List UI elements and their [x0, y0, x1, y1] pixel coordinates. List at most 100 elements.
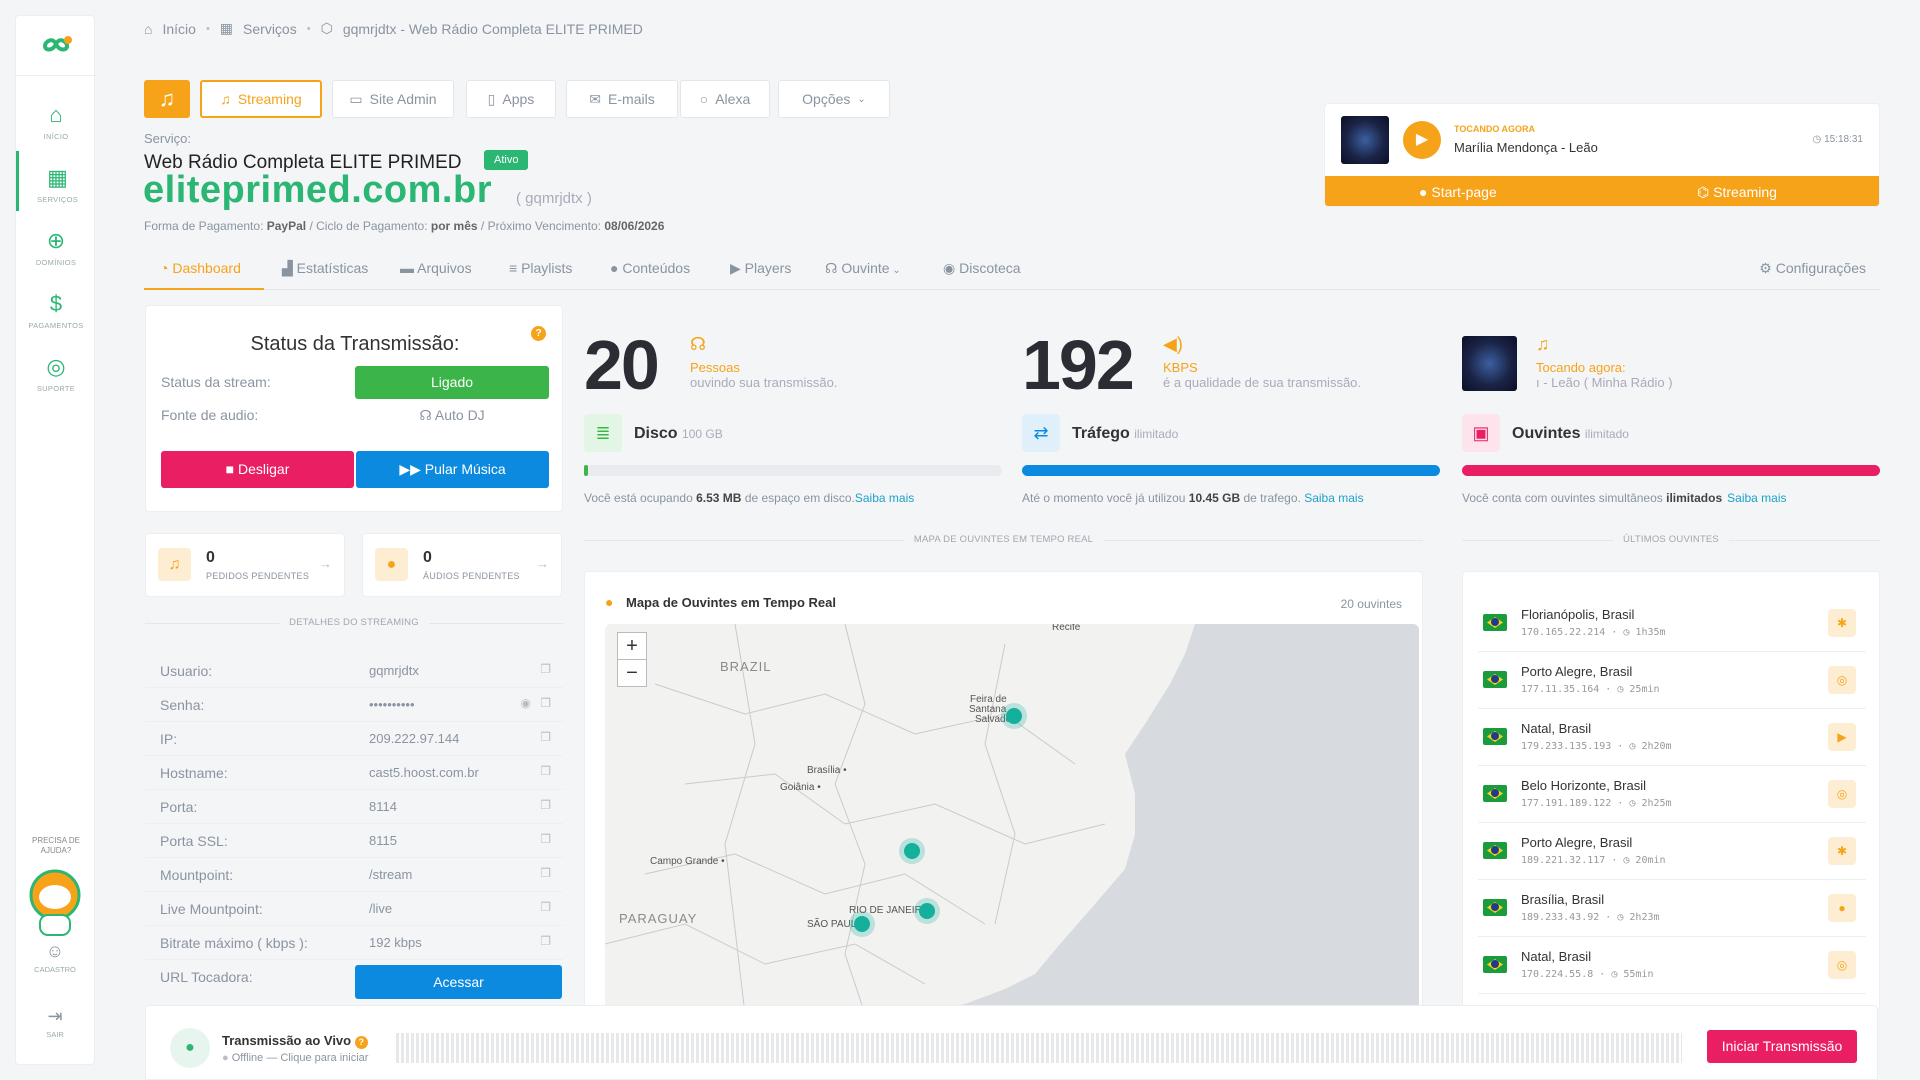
- disk-used: 6.53 MB: [696, 491, 742, 505]
- sidebar-item-dominios[interactable]: ⊕ DOMÍNIOS: [16, 214, 96, 274]
- map-pin-icon: ●: [605, 594, 614, 610]
- copy-icon[interactable]: ❐: [540, 662, 551, 676]
- copy-icon[interactable]: ❐: [540, 764, 551, 778]
- emails-button[interactable]: ✉ E-mails: [566, 80, 678, 118]
- brazil-flag-icon: [1483, 614, 1507, 631]
- copy-icon[interactable]: ❐: [540, 934, 551, 948]
- copy-icon[interactable]: ❐: [540, 730, 551, 744]
- tab-playlists[interactable]: ≡ Playlists: [509, 260, 572, 276]
- tab-ouvinte[interactable]: ☊ Ouvinte ⌄: [825, 260, 901, 277]
- copy-icon[interactable]: ❐: [540, 900, 551, 914]
- streaming-button[interactable]: ♫ Streaming: [200, 80, 322, 118]
- tab-players[interactable]: ▶ Players: [730, 260, 791, 277]
- sidebar-item-sair[interactable]: ⇥ SAIR: [15, 1000, 95, 1060]
- grid-icon: ▦: [219, 20, 234, 36]
- tab-dashboard[interactable]: ◔ Dashboard: [160, 260, 241, 276]
- apps-button[interactable]: ▯ Apps: [466, 80, 556, 118]
- detail-row: Porta: 8114 ❐: [145, 790, 563, 824]
- microphone-icon: ●: [170, 1028, 210, 1068]
- help-icon[interactable]: ?: [531, 326, 546, 341]
- start-broadcast-button[interactable]: Iniciar Transmissão: [1707, 1030, 1857, 1063]
- apple-icon: ●: [1828, 894, 1856, 922]
- brazil-flag-icon: [1483, 785, 1507, 802]
- gear-icon: ⚙: [1759, 260, 1776, 276]
- disk-bar-fill: [584, 465, 589, 476]
- help-line-1: PRECISA DE: [31, 836, 80, 845]
- audio-source-text: Auto DJ: [434, 407, 485, 423]
- tab-estatisticas[interactable]: ▟ Estatísticas: [282, 260, 368, 277]
- pending-requests-count: 0: [206, 549, 215, 566]
- sidebar-item-inicio[interactable]: ⌂ INÍCIO: [16, 88, 96, 148]
- alexa-button[interactable]: ○ Alexa: [680, 80, 770, 118]
- copy-icon[interactable]: ❐: [540, 798, 551, 812]
- arrow-right-icon: →: [536, 556, 549, 571]
- help-mascot-icon[interactable]: [28, 869, 82, 939]
- android-icon: ✱: [1828, 609, 1856, 637]
- chrome-icon: ◎: [1828, 666, 1856, 694]
- zoom-in-button[interactable]: +: [617, 632, 647, 660]
- transfer-icon: ⇄: [1022, 414, 1060, 452]
- live-broadcast-bar: ● Transmissão ao Vivo ? ● Offline — Cliq…: [145, 1005, 1878, 1080]
- map-listener-marker[interactable]: [1006, 708, 1022, 724]
- separator-icon: •: [306, 22, 311, 35]
- sidebar-item-servicos[interactable]: ▦ SERVIÇOS: [16, 151, 96, 211]
- breadcrumb-home[interactable]: Início: [162, 21, 195, 37]
- map-terrain: [605, 624, 1419, 1014]
- chrome-icon: ◎: [1828, 780, 1856, 808]
- breadcrumb-services[interactable]: Serviços: [243, 21, 297, 37]
- traffic-learn-more-link[interactable]: Saiba mais: [1304, 491, 1363, 505]
- pending-audios-card[interactable]: ● 0 ÁUDIOS PENDENTES →: [362, 533, 562, 597]
- map-listener-marker[interactable]: [904, 843, 920, 859]
- mail-icon: ✉: [589, 90, 602, 107]
- eye-icon[interactable]: ◉: [521, 696, 531, 710]
- sidebar-item-pagamentos[interactable]: $ PAGAMENTOS: [16, 277, 96, 337]
- help-icon[interactable]: ?: [354, 1036, 368, 1049]
- service-label: Serviço:: [144, 131, 191, 146]
- site-admin-button[interactable]: ▭ Site Admin: [332, 80, 454, 118]
- sidebar-item-cadastro[interactable]: ☺ CADASTRO: [15, 935, 95, 995]
- traffic-used: 10.45 GB: [1188, 491, 1241, 505]
- sidebar-item-suporte[interactable]: ◎ SUPORTE: [16, 340, 96, 400]
- tab-configuracoes[interactable]: ⚙ Configurações: [1759, 260, 1866, 277]
- listeners-bar-fill: [1462, 465, 1880, 476]
- disk-learn-more-link[interactable]: Saiba mais: [855, 491, 914, 505]
- zoom-out-button[interactable]: −: [617, 659, 647, 687]
- pending-requests-card[interactable]: ♫ 0 PEDIDOS PENDENTES →: [145, 533, 345, 597]
- options-dropdown[interactable]: Opções ⌄: [778, 80, 890, 118]
- detail-row: Hostname: cast5.hoost.com.br ❐: [145, 756, 563, 790]
- recent-section-title: ÚLTIMOS OUVINTES: [1613, 534, 1729, 545]
- music-button[interactable]: ♫: [144, 80, 190, 118]
- copy-icon[interactable]: ❐: [540, 866, 551, 880]
- listeners-map[interactable]: + − BRAZIL PARAGUAY Recife Feira de Sant…: [605, 624, 1419, 1014]
- listener-ip: 189.221.32.117: [1521, 855, 1606, 866]
- traffic-capacity: ilimitado: [1134, 427, 1179, 441]
- tab-arquivos[interactable]: ▬ Arquivos: [400, 260, 472, 276]
- clock-icon: ◷: [1623, 627, 1630, 638]
- detail-value: /stream: [369, 867, 413, 882]
- copy-icon[interactable]: ❐: [540, 832, 551, 846]
- content-icon: ●: [610, 260, 623, 276]
- startpage-link[interactable]: ● Start-page: [1419, 184, 1497, 200]
- listener-meta: 189.221.32.117 · ◷ 20min: [1521, 855, 1666, 866]
- listeners-value: ilimitados: [1666, 491, 1723, 505]
- map-listener-marker[interactable]: [854, 916, 870, 932]
- now-playing-time: ◷ 15:18:31: [1813, 134, 1863, 145]
- detail-key: Mountpoint:: [160, 867, 234, 883]
- listeners-desc-pre: Você conta com ouvintes simultâneos: [1462, 491, 1663, 505]
- tab-discoteca[interactable]: ◉ Discoteca: [943, 260, 1021, 277]
- turn-off-button[interactable]: ■ Desligar: [161, 451, 354, 488]
- streaming-link[interactable]: ⌬ Streaming: [1697, 184, 1777, 201]
- pending-requests-label: PEDIDOS PENDENTES: [206, 571, 310, 581]
- broadcast-icon: ⌬: [1697, 184, 1714, 200]
- listeners-learn-more-link[interactable]: Saiba mais: [1727, 491, 1786, 505]
- startpage-label: Start-page: [1431, 184, 1497, 200]
- separator-icon: •: [205, 22, 210, 35]
- copy-icon[interactable]: ❐: [540, 696, 551, 710]
- listener-ip: 177.11.35.164: [1521, 684, 1600, 695]
- skip-song-button[interactable]: ▶▶ Pular Música: [356, 451, 549, 488]
- acessar-button[interactable]: Acessar: [355, 965, 562, 999]
- map-listener-marker[interactable]: [919, 903, 935, 919]
- logo[interactable]: [16, 16, 96, 76]
- play-button[interactable]: ▶: [1403, 121, 1441, 159]
- tab-conteudos[interactable]: ● Conteúdos: [610, 260, 690, 276]
